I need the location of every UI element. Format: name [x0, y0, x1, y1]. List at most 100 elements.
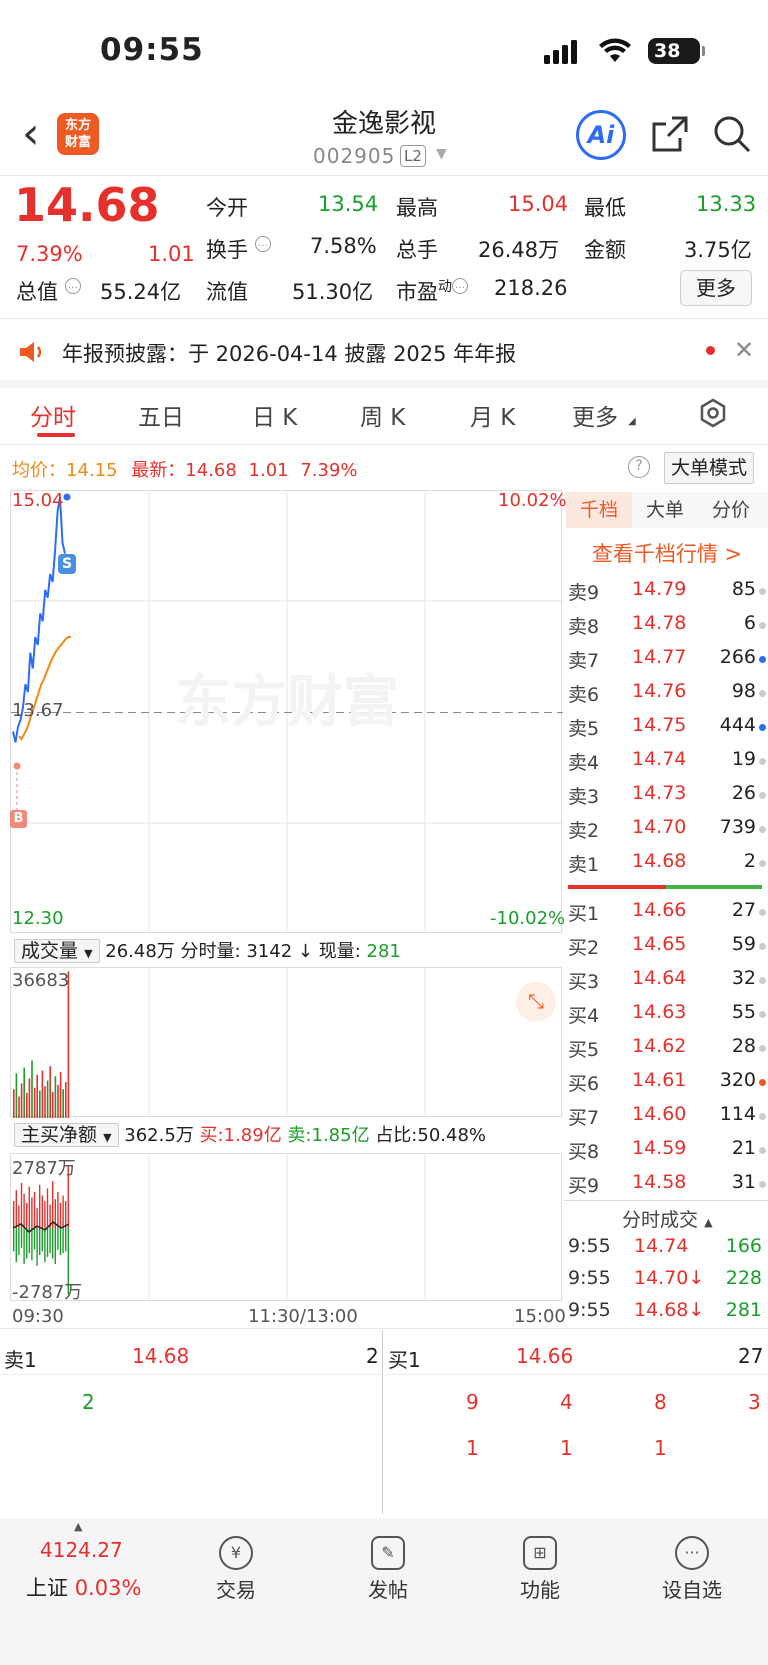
active-tab-indicator: [37, 433, 75, 437]
x-label-mid: 11:30/13:00: [248, 1306, 358, 1327]
bid-volume: 59: [731, 933, 756, 955]
close-icon[interactable]: ✕: [734, 336, 754, 364]
bid-row[interactable]: 买6 14.61 320: [568, 1069, 766, 1099]
share-icon[interactable]: [650, 114, 690, 158]
volume-bar: [49, 1066, 51, 1118]
sell-marker[interactable]: S: [58, 554, 76, 574]
flow-sell-bar: [39, 1228, 41, 1255]
flow-net: 362.5万: [124, 1125, 194, 1146]
signal-icon: [544, 40, 584, 68]
queue-bid-order: 8: [654, 1390, 667, 1414]
tick-volume: 166: [725, 1235, 762, 1257]
volume-chart[interactable]: [10, 967, 562, 1118]
price-chart[interactable]: 东方财富: [10, 490, 563, 934]
bid-dot: [759, 1079, 766, 1086]
flow-sell-bar: [31, 1228, 33, 1261]
bid-row[interactable]: 买7 14.60 114: [568, 1103, 766, 1133]
info-icon[interactable]: …: [254, 236, 271, 252]
flow-sell-label: 卖:: [287, 1125, 312, 1146]
divider: [0, 1328, 768, 1329]
bid-row[interactable]: 买9 14.58 31: [568, 1171, 766, 1201]
bid-dot: [759, 1147, 766, 1154]
notice-text[interactable]: 年报预披露：于 2026-04-14 披露 2025 年年报: [62, 338, 516, 368]
bid-row[interactable]: 买3 14.64 32: [568, 967, 766, 997]
buy-marker-text: B: [13, 811, 24, 826]
ask-volume: 444: [719, 714, 756, 736]
thousand-levels-link[interactable]: 查看千档行情 >: [566, 538, 768, 568]
functions-button[interactable]: ⊞ 功能: [480, 1536, 600, 1603]
level-badge[interactable]: L2: [400, 145, 426, 167]
flow-buy-bar: [39, 1184, 41, 1228]
index-value[interactable]: 4124.27: [40, 1538, 123, 1562]
ask-row[interactable]: 卖2 14.70 739: [568, 816, 766, 846]
ticks-title[interactable]: 分时成交 ▲: [622, 1205, 713, 1232]
volume-total: 26.48万: [105, 941, 175, 962]
trade-button[interactable]: ¥ 交易: [176, 1536, 296, 1603]
bid-row[interactable]: 买1 14.66 27: [568, 899, 766, 929]
current-volume-label: 现量:: [318, 941, 361, 962]
search-icon[interactable]: [712, 114, 752, 158]
tick-row: 9:55 14.70↓ 228: [568, 1267, 766, 1297]
tab-week-k[interactable]: 周 K: [360, 398, 405, 432]
ask-dot: [759, 826, 766, 833]
tab-five-day[interactable]: 五日: [138, 398, 184, 432]
settings-icon[interactable]: [698, 398, 728, 432]
tab-more[interactable]: 更多: [572, 398, 618, 432]
tab-price-dist[interactable]: 分价: [698, 492, 764, 528]
chevron-down-icon[interactable]: ▼: [436, 146, 447, 162]
buy-marker[interactable]: B: [10, 810, 27, 828]
ask-row[interactable]: 卖5 14.75 444: [568, 714, 766, 744]
ask-row[interactable]: 卖7 14.77 266: [568, 646, 766, 676]
ask-row[interactable]: 卖1 14.68 2: [568, 850, 766, 880]
big-mode-button[interactable]: 大单模式: [664, 452, 755, 484]
volume-bar: [31, 1060, 33, 1118]
bid-dot: [759, 943, 766, 950]
ask-row[interactable]: 卖8 14.78 6: [568, 612, 766, 642]
ask-row[interactable]: 卖4 14.74 19: [568, 748, 766, 778]
info-icon[interactable]: …: [64, 278, 81, 294]
volume-bar: [28, 1078, 31, 1118]
chart-info: 均价：14.15 最新：14.68 1.01 7.39%: [12, 456, 358, 482]
bid-row[interactable]: 买4 14.63 55: [568, 1001, 766, 1031]
add-watchlist-button[interactable]: ··· 设自选: [632, 1536, 752, 1603]
help-icon[interactable]: ?: [628, 456, 650, 478]
apps-icon: ⊞: [523, 1536, 557, 1570]
tab-thousand-levels[interactable]: 千档: [566, 492, 632, 528]
more-button[interactable]: 更多: [680, 270, 752, 306]
tab-day-k[interactable]: 日 K: [252, 398, 297, 432]
bid-label: 买2: [568, 937, 600, 959]
bid-row[interactable]: 买8 14.59 21: [568, 1137, 766, 1167]
queue-bid-vol: 27: [738, 1344, 764, 1368]
tab-month-k[interactable]: 月 K: [470, 398, 515, 432]
bid-dot: [759, 1181, 766, 1188]
info-icon[interactable]: …: [452, 278, 468, 294]
chevron-down-icon: ◢: [628, 416, 636, 427]
flow-selector[interactable]: 主买净额 ▼: [14, 1123, 119, 1147]
change-pct: 7.39%: [16, 242, 83, 266]
ask-row[interactable]: 卖6 14.76 98: [568, 680, 766, 710]
bid-row[interactable]: 买5 14.62 28: [568, 1035, 766, 1065]
queue-bid-price: 14.66: [516, 1344, 574, 1368]
expand-icon[interactable]: ⤡: [516, 982, 556, 1022]
bid-label: 买4: [568, 1005, 600, 1027]
flow-sell-bar: [41, 1228, 43, 1252]
post-button[interactable]: ✎ 发帖: [328, 1536, 448, 1603]
bid-volume: 320: [719, 1069, 756, 1091]
flow-bottom-label: -2787万: [12, 1282, 83, 1303]
tick-price: 14.68↓: [634, 1299, 705, 1321]
flow-chart[interactable]: [10, 1153, 562, 1302]
chevron-up-icon[interactable]: ▲: [74, 1520, 82, 1533]
index-ticker[interactable]: 上证 0.03%: [26, 1572, 141, 1602]
ask-label: 卖1: [568, 854, 600, 876]
bid-row[interactable]: 买2 14.65 59: [568, 933, 766, 963]
chevron-down-icon: ▼: [84, 947, 93, 960]
volume-selector[interactable]: 成交量 ▼: [14, 939, 100, 963]
ai-button[interactable]: Ai: [576, 110, 626, 160]
ask-row[interactable]: 卖9 14.79 85: [568, 578, 766, 608]
low-label: 最低: [584, 196, 626, 220]
ask-label: 卖9: [568, 582, 600, 604]
tab-big-orders[interactable]: 大单: [632, 492, 698, 528]
flow-buy-bar: [15, 1190, 17, 1228]
tab-intraday[interactable]: 分时: [30, 398, 76, 432]
ask-row[interactable]: 卖3 14.73 26: [568, 782, 766, 812]
